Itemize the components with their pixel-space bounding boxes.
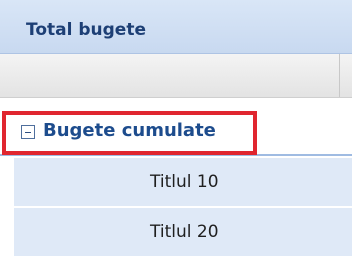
column-header[interactable]: [14, 54, 340, 97]
panel-title: Total bugete: [26, 20, 146, 40]
table-cell[interactable]: Titlul 10: [14, 158, 352, 208]
table-row[interactable]: Titlul 20: [0, 208, 352, 256]
row-indent: [0, 208, 14, 256]
group-highlight-box: [2, 111, 257, 155]
table-row[interactable]: Titlul 10: [0, 158, 352, 208]
column-header-row: [0, 54, 352, 98]
row-label: Titlul 20: [150, 222, 219, 242]
row-label: Titlul 10: [150, 172, 219, 192]
table-cell[interactable]: Titlul 20: [14, 208, 352, 256]
panel-header: Total bugete: [0, 0, 352, 54]
budget-grid-panel: Total bugete Bugete cumulate Titlul 10 T…: [0, 0, 352, 256]
row-indent: [0, 158, 14, 208]
